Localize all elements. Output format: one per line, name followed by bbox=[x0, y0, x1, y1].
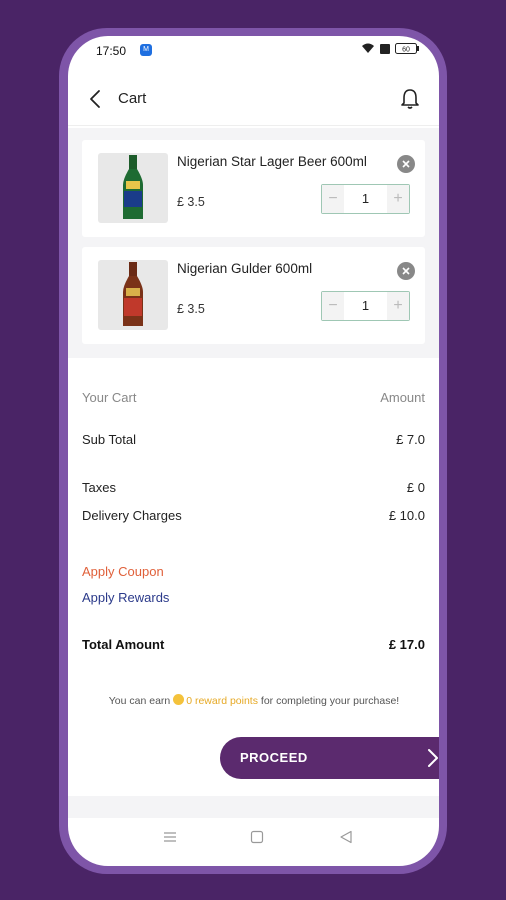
app-screen: 17:50 M 60 Cart Nigerian Star Lager Beer… bbox=[68, 36, 439, 866]
plus-icon[interactable]: + bbox=[387, 292, 409, 320]
summary-header-left: Your Cart bbox=[82, 390, 137, 405]
proceed-label: PROCEED bbox=[240, 750, 308, 765]
reward-points-value: 0 reward points bbox=[186, 695, 258, 707]
subtotal-row: Sub Total £ 7.0 bbox=[82, 432, 425, 447]
product-image-gulder bbox=[98, 260, 168, 330]
quantity-stepper: − 1 + bbox=[321, 184, 410, 214]
battery-level: 60 bbox=[402, 47, 410, 54]
battery-icon: 60 bbox=[395, 43, 419, 54]
taxes-row: Taxes £ 0 bbox=[82, 480, 425, 495]
menu-icon[interactable] bbox=[163, 830, 177, 844]
total-value: £ 17.0 bbox=[388, 637, 425, 652]
wifi-icon bbox=[362, 43, 374, 53]
quantity-value: 1 bbox=[361, 298, 370, 313]
quantity-value: 1 bbox=[361, 191, 370, 206]
status-icons: 60 bbox=[361, 43, 419, 54]
remove-icon[interactable] bbox=[397, 155, 415, 173]
item-price: £ 3.5 bbox=[177, 302, 205, 316]
subtotal-value: £ 7.0 bbox=[396, 432, 425, 447]
item-price: £ 3.5 bbox=[177, 195, 205, 209]
plus-icon[interactable]: + bbox=[387, 185, 409, 213]
total-label: Total Amount bbox=[82, 637, 165, 652]
summary-header-right: Amount bbox=[380, 390, 425, 405]
cart-items-list: Nigerian Star Lager Beer 600ml £ 3.5 − 1… bbox=[68, 128, 439, 358]
remove-icon[interactable] bbox=[397, 262, 415, 280]
item-name: Nigerian Star Lager Beer 600ml bbox=[177, 154, 367, 169]
apply-rewards-link[interactable]: Apply Rewards bbox=[82, 590, 425, 605]
cart-item: Nigerian Gulder 600ml £ 3.5 − 1 + bbox=[82, 247, 425, 344]
status-time: 17:50 bbox=[96, 44, 127, 58]
bell-icon[interactable] bbox=[399, 87, 421, 111]
minus-icon[interactable]: − bbox=[322, 292, 344, 320]
cart-item: Nigerian Star Lager Beer 600ml £ 3.5 − 1… bbox=[82, 140, 425, 237]
page-title: Cart bbox=[118, 90, 147, 107]
back-triangle-icon[interactable] bbox=[339, 830, 353, 844]
notification-badge: M bbox=[140, 44, 152, 56]
reward-points-note: You can earn 0 reward points for complet… bbox=[98, 694, 410, 709]
item-name: Nigerian Gulder 600ml bbox=[177, 261, 313, 276]
taxes-label: Taxes bbox=[82, 480, 116, 495]
proceed-button[interactable]: PROCEED bbox=[220, 737, 439, 779]
apply-coupon-link[interactable]: Apply Coupon bbox=[82, 564, 425, 579]
total-row: Total Amount £ 17.0 bbox=[82, 637, 425, 652]
delivery-row: Delivery Charges £ 10.0 bbox=[82, 508, 425, 523]
quantity-stepper: − 1 + bbox=[321, 291, 410, 321]
signal-icon bbox=[380, 43, 390, 54]
delivery-value: £ 10.0 bbox=[388, 508, 425, 523]
earn-prefix: You can earn bbox=[108, 695, 171, 707]
minus-icon[interactable]: − bbox=[322, 185, 344, 213]
subtotal-label: Sub Total bbox=[82, 432, 136, 447]
delivery-label: Delivery Charges bbox=[82, 508, 182, 523]
earn-suffix: for completing your purchase! bbox=[260, 695, 400, 707]
back-arrow-icon[interactable] bbox=[86, 88, 106, 110]
system-nav-bar bbox=[68, 826, 439, 856]
home-square-icon[interactable] bbox=[250, 830, 264, 844]
taxes-value: £ 0 bbox=[406, 480, 425, 495]
bottom-divider bbox=[68, 796, 439, 818]
status-bar: 17:50 M 60 bbox=[68, 36, 439, 66]
chevron-right-icon bbox=[428, 749, 438, 767]
app-bar: Cart bbox=[68, 76, 439, 126]
product-image-star-lager bbox=[98, 153, 168, 223]
coin-icon bbox=[173, 694, 185, 705]
summary-header: Your Cart Amount bbox=[82, 390, 425, 405]
